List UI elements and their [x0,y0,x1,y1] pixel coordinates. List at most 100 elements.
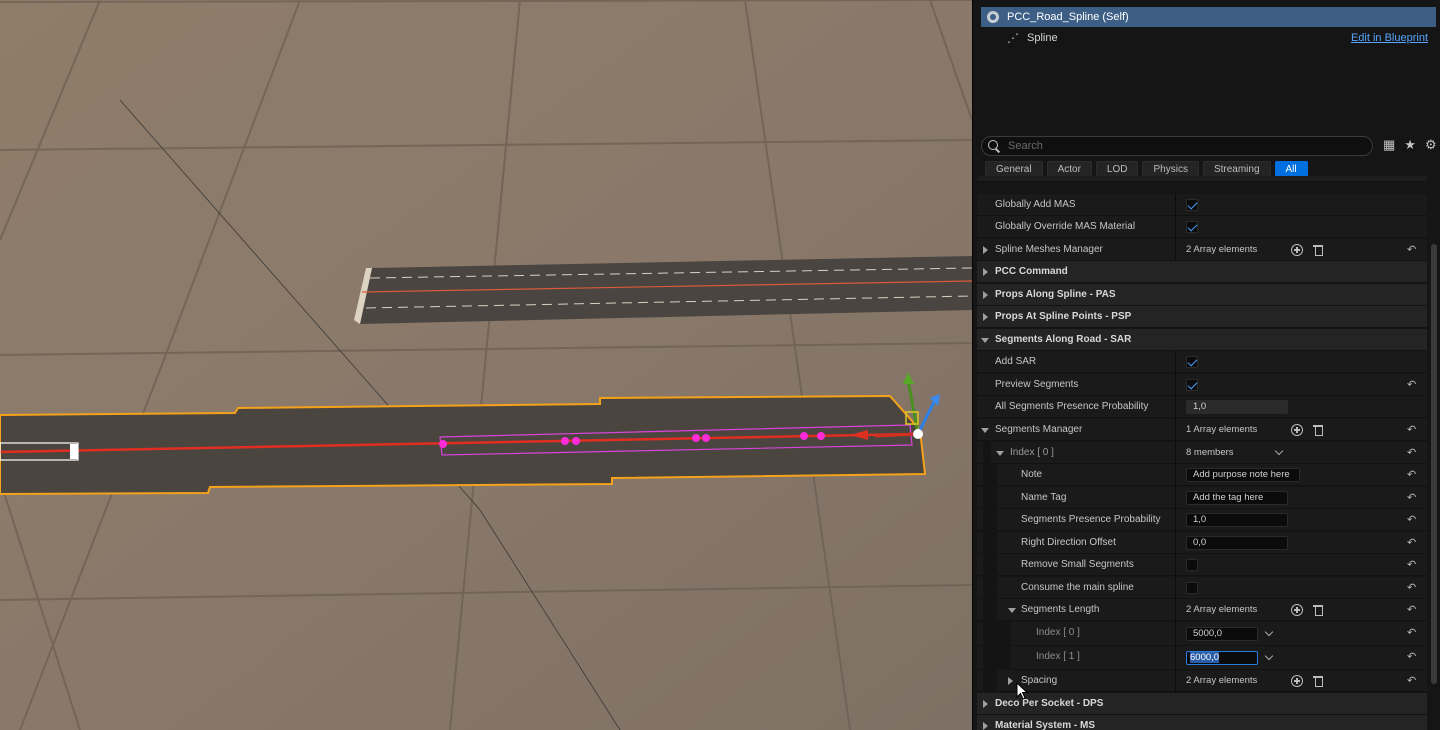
add-element-icon[interactable] [1291,244,1303,256]
table-view-icon[interactable]: ▦ [1383,137,1395,153]
level-viewport[interactable] [0,0,972,730]
details-scrollbar[interactable] [1431,244,1437,684]
chevron-down-icon[interactable] [1264,627,1274,637]
category-row[interactable]: Segments Along Road - SAR [977,329,1427,351]
search-input[interactable] [1008,140,1348,152]
category-row[interactable]: PCC Command [977,261,1427,283]
chevron-down-icon[interactable] [1264,651,1274,661]
reset-icon[interactable]: ↶ [1407,243,1416,256]
property-row[interactable]: Spline Meshes Manager 2 Array elements ↶ [977,239,1427,261]
add-element-icon[interactable] [1291,604,1303,616]
number-field[interactable]: 1,0 [1186,513,1288,527]
collapse-arrow-icon[interactable] [981,338,989,343]
reset-icon[interactable]: ↶ [1407,468,1416,481]
property-label: Add SAR [995,356,1037,367]
property-label: Remove Small Segments [1021,559,1134,570]
details-search-box[interactable] [981,136,1373,156]
note-field[interactable]: Add purpose note here [1186,468,1300,482]
property-row[interactable]: Index [ 0 ] 5000,0 ↶ [977,622,1427,646]
add-element-icon[interactable] [1291,675,1303,687]
collapse-arrow-icon[interactable] [996,451,1004,456]
selected-text: 6000,0 [1190,652,1220,663]
collapse-arrow-icon[interactable] [1008,608,1016,613]
trash-icon[interactable] [1313,244,1323,256]
reset-icon[interactable]: ↶ [1407,674,1416,687]
expand-arrow-icon[interactable] [1008,677,1013,685]
category-row[interactable]: Deco Per Socket - DPS [977,693,1427,715]
property-row[interactable]: Consume the main spline ↶ [977,577,1427,599]
checkbox[interactable] [1186,559,1198,571]
category-row[interactable]: Props Along Spline - PAS [977,284,1427,306]
property-label: Segments Length [1021,604,1100,615]
reset-icon[interactable]: ↶ [1407,650,1416,663]
reset-icon[interactable]: ↶ [1407,581,1416,594]
name-tag-field[interactable]: Add the tag here [1186,491,1288,505]
checkbox[interactable] [1186,379,1198,391]
trash-icon[interactable] [1313,604,1323,616]
checkbox[interactable] [1186,356,1198,368]
component-self-row[interactable]: PCC_Road_Spline (Self) [981,7,1436,27]
property-row[interactable]: Add SAR [977,351,1427,373]
column-divider [1175,670,1176,692]
checkbox[interactable] [1186,582,1198,594]
component-spline-row[interactable]: ⋰ Spline Edit in Blueprint [981,28,1436,48]
property-row[interactable]: Right Direction Offset 0,0 ↶ [977,532,1427,554]
chevron-down-icon[interactable] [1274,446,1284,456]
reset-icon[interactable]: ↶ [1407,603,1416,616]
viewport-scene[interactable] [0,0,972,730]
indent-guide [983,442,991,464]
property-row[interactable]: All Segments Presence Probability 1,0 [977,396,1427,418]
property-row[interactable]: Spacing 2 Array elements ↶ [977,670,1427,692]
property-label: Name Tag [1021,492,1067,503]
checkbox[interactable] [1186,221,1198,233]
number-field[interactable]: 1,0 [1186,400,1288,414]
collapse-arrow-icon[interactable] [981,428,989,433]
trash-icon[interactable] [1313,424,1323,436]
indent-guide [983,646,1011,670]
property-row[interactable]: Segments Presence Probability 1,0 ↶ [977,509,1427,531]
property-row[interactable]: Name Tag Add the tag here ↶ [977,487,1427,509]
expand-arrow-icon[interactable] [983,291,988,299]
add-element-icon[interactable] [1291,424,1303,436]
property-row[interactable]: Globally Add MAS [977,194,1427,216]
property-row[interactable]: Index [ 1 ] 6000,0 ↶ [977,646,1427,670]
property-row[interactable]: Preview Segments ↶ [977,374,1427,396]
expand-arrow-icon[interactable] [983,268,988,276]
property-row[interactable]: Index [ 0 ] 8 members ↶ [977,442,1427,464]
reset-icon[interactable]: ↶ [1407,491,1416,504]
property-row[interactable]: Segments Manager 1 Array elements ↶ [977,419,1427,441]
property-row[interactable]: Segments Length 2 Array elements ↶ [977,599,1427,621]
column-divider [1175,509,1176,531]
column-divider [1175,374,1176,396]
edit-in-blueprint-link[interactable]: Edit in Blueprint [1351,28,1428,48]
reset-icon[interactable]: ↶ [1407,446,1416,459]
expand-arrow-icon[interactable] [983,246,988,254]
component-spline-label: Spline [1027,32,1058,44]
category-label: Material System - MS [995,720,1096,730]
property-row[interactable]: Note Add purpose note here ↶ [977,464,1427,486]
reset-icon[interactable]: ↶ [1407,378,1416,391]
reset-icon[interactable]: ↶ [1407,626,1416,639]
column-divider [1175,216,1176,238]
property-label: Consume the main spline [1021,582,1134,593]
reset-icon[interactable]: ↶ [1407,536,1416,549]
property-row[interactable]: Globally Override MAS Material [977,216,1427,238]
reset-icon[interactable]: ↶ [1407,513,1416,526]
category-row[interactable]: Props At Spline Points - PSP [977,306,1427,328]
array-count: 2 Array elements [1186,675,1258,686]
number-field[interactable]: 5000,0 [1186,627,1258,641]
expand-arrow-icon[interactable] [983,700,988,708]
expand-arrow-icon[interactable] [983,722,988,730]
checkbox[interactable] [1186,199,1198,211]
property-label: Segments Presence Probability [1021,514,1161,525]
number-field-editing[interactable]: 6000,0 [1186,651,1258,665]
property-row[interactable]: Remove Small Segments ↶ [977,554,1427,576]
number-field[interactable]: 0,0 [1186,536,1288,550]
category-row[interactable]: Material System - MS [977,715,1427,730]
reset-icon[interactable]: ↶ [1407,558,1416,571]
expand-arrow-icon[interactable] [983,313,988,321]
settings-icon[interactable]: ⚙ [1425,137,1437,153]
reset-icon[interactable]: ↶ [1407,423,1416,436]
star-icon[interactable]: ★ [1404,137,1416,153]
trash-icon[interactable] [1313,675,1323,687]
